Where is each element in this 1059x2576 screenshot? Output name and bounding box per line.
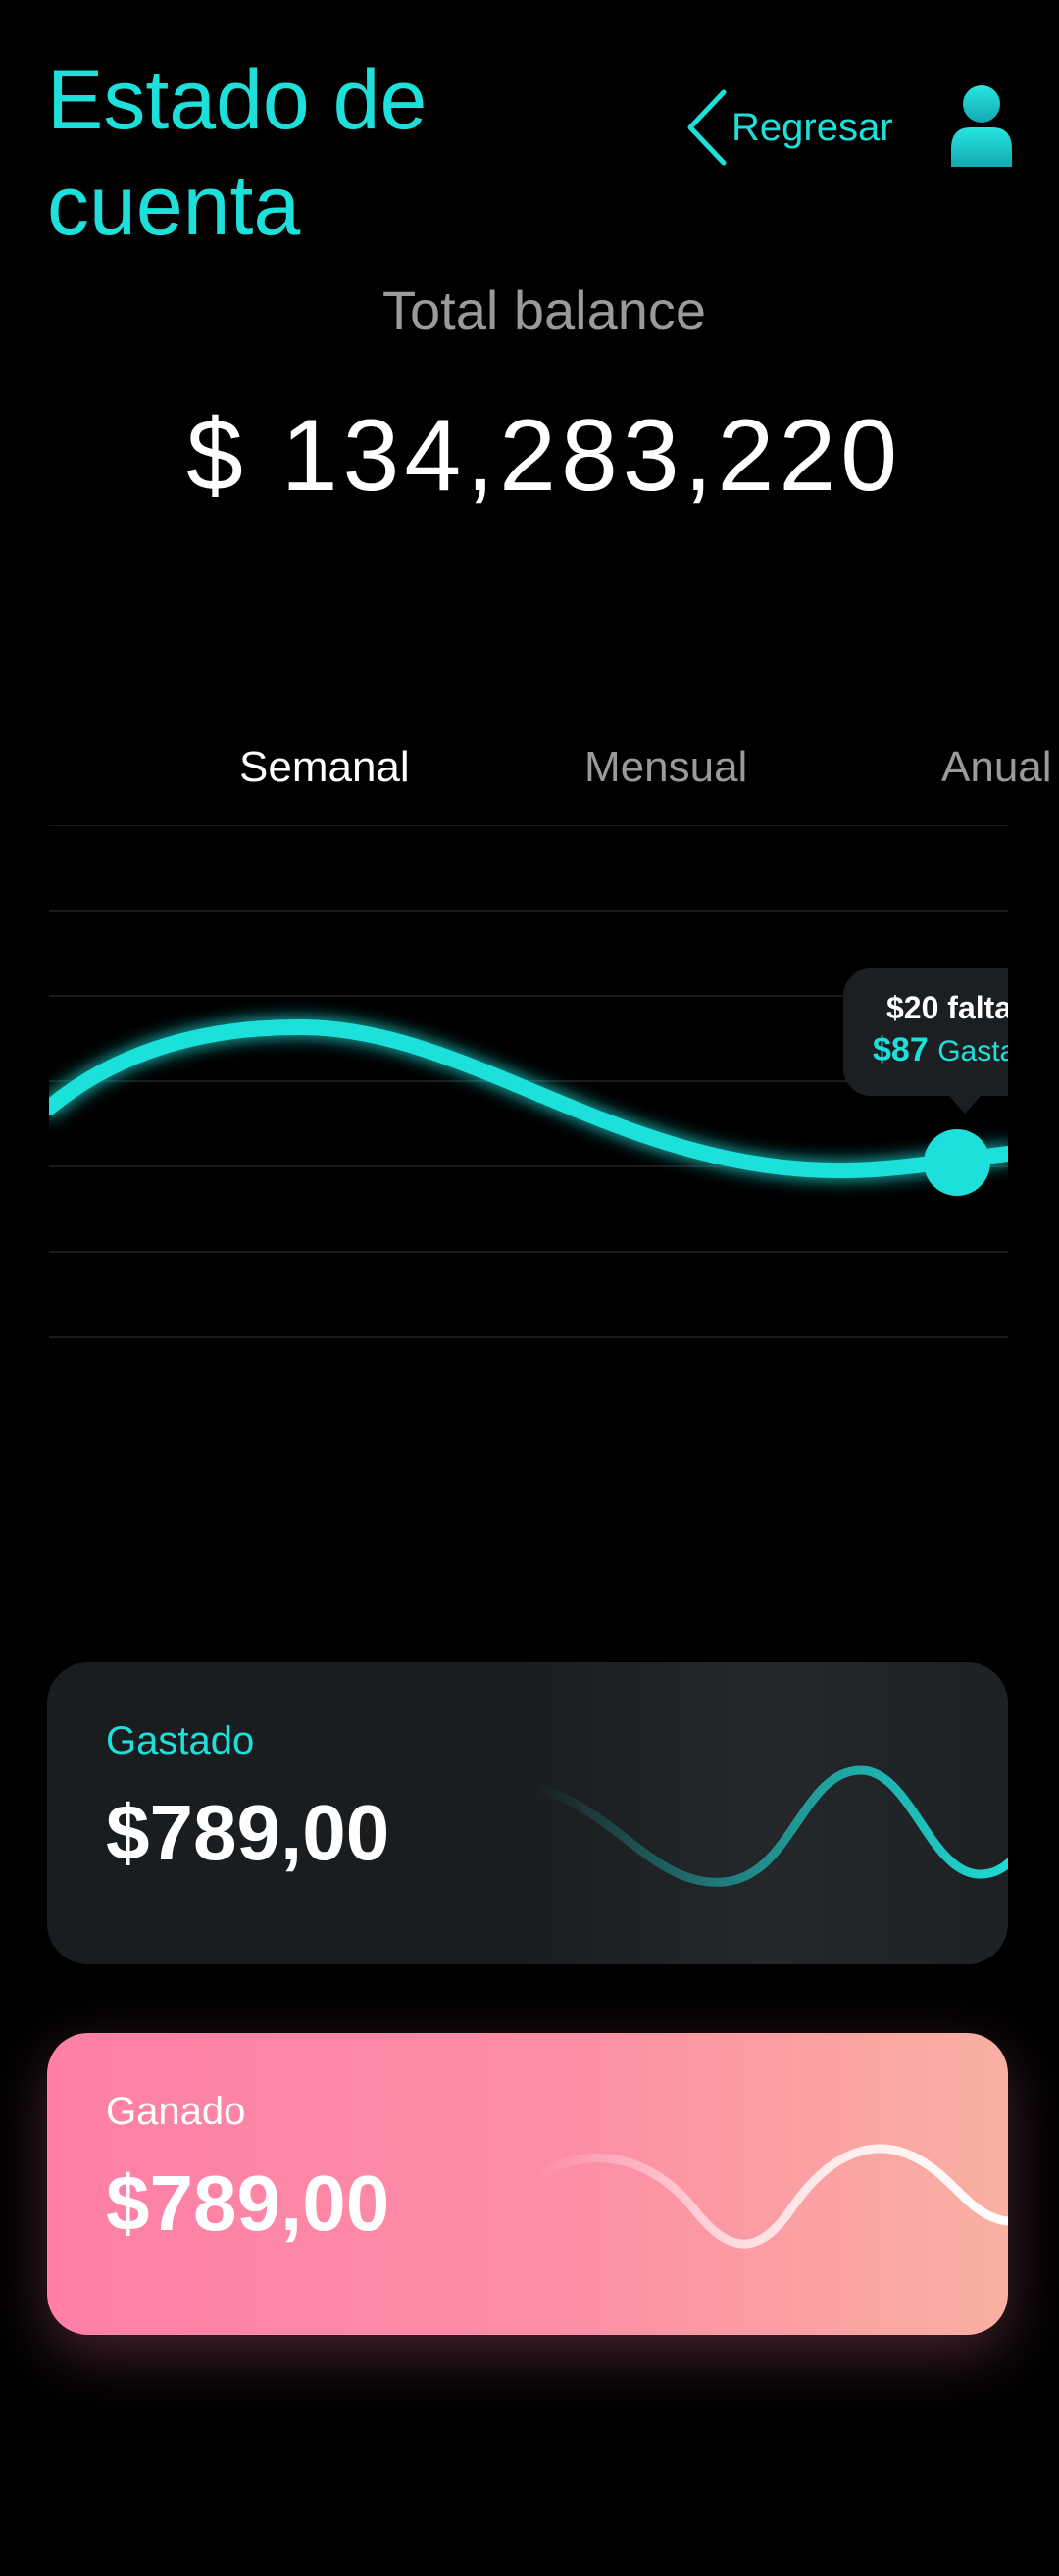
- chevron-left-icon: [687, 89, 727, 166]
- spent-value: $789,00: [106, 1789, 390, 1876]
- tab-semanal[interactable]: Semanal: [239, 743, 410, 792]
- tooltip-amount-label: Gastado: [937, 1035, 1008, 1067]
- tooltip-remaining: $20 faltan: [886, 990, 1008, 1025]
- tooltip-amount: $87: [873, 1031, 929, 1068]
- spent-card[interactable]: Gastado $789,00: [47, 1662, 1008, 1964]
- total-balance-value: $ 134,283,220: [185, 399, 903, 513]
- tooltip-spent: $87 Gastado: [873, 1031, 1008, 1069]
- balance-chart: $20 faltan $87 Gastado: [49, 825, 1008, 1355]
- tab-mensual[interactable]: Mensual: [584, 743, 747, 792]
- earned-label: Ganado: [106, 2090, 246, 2133]
- back-button-label: Regresar: [731, 105, 893, 149]
- back-button[interactable]: Regresar: [684, 88, 893, 167]
- user-avatar-icon[interactable]: [949, 84, 1014, 167]
- earned-card[interactable]: Ganado $789,00: [47, 2033, 1008, 2335]
- page-title: Estado de cuenta: [47, 53, 428, 253]
- total-balance-label: Total balance: [381, 279, 706, 341]
- tab-anual[interactable]: Anual: [941, 743, 1052, 792]
- earned-value: $789,00: [106, 2159, 390, 2247]
- chart-tooltip: $20 faltan $87 Gastado: [843, 968, 1008, 1114]
- spent-label: Gastado: [106, 1719, 255, 1762]
- selected-point[interactable]: [924, 1129, 990, 1196]
